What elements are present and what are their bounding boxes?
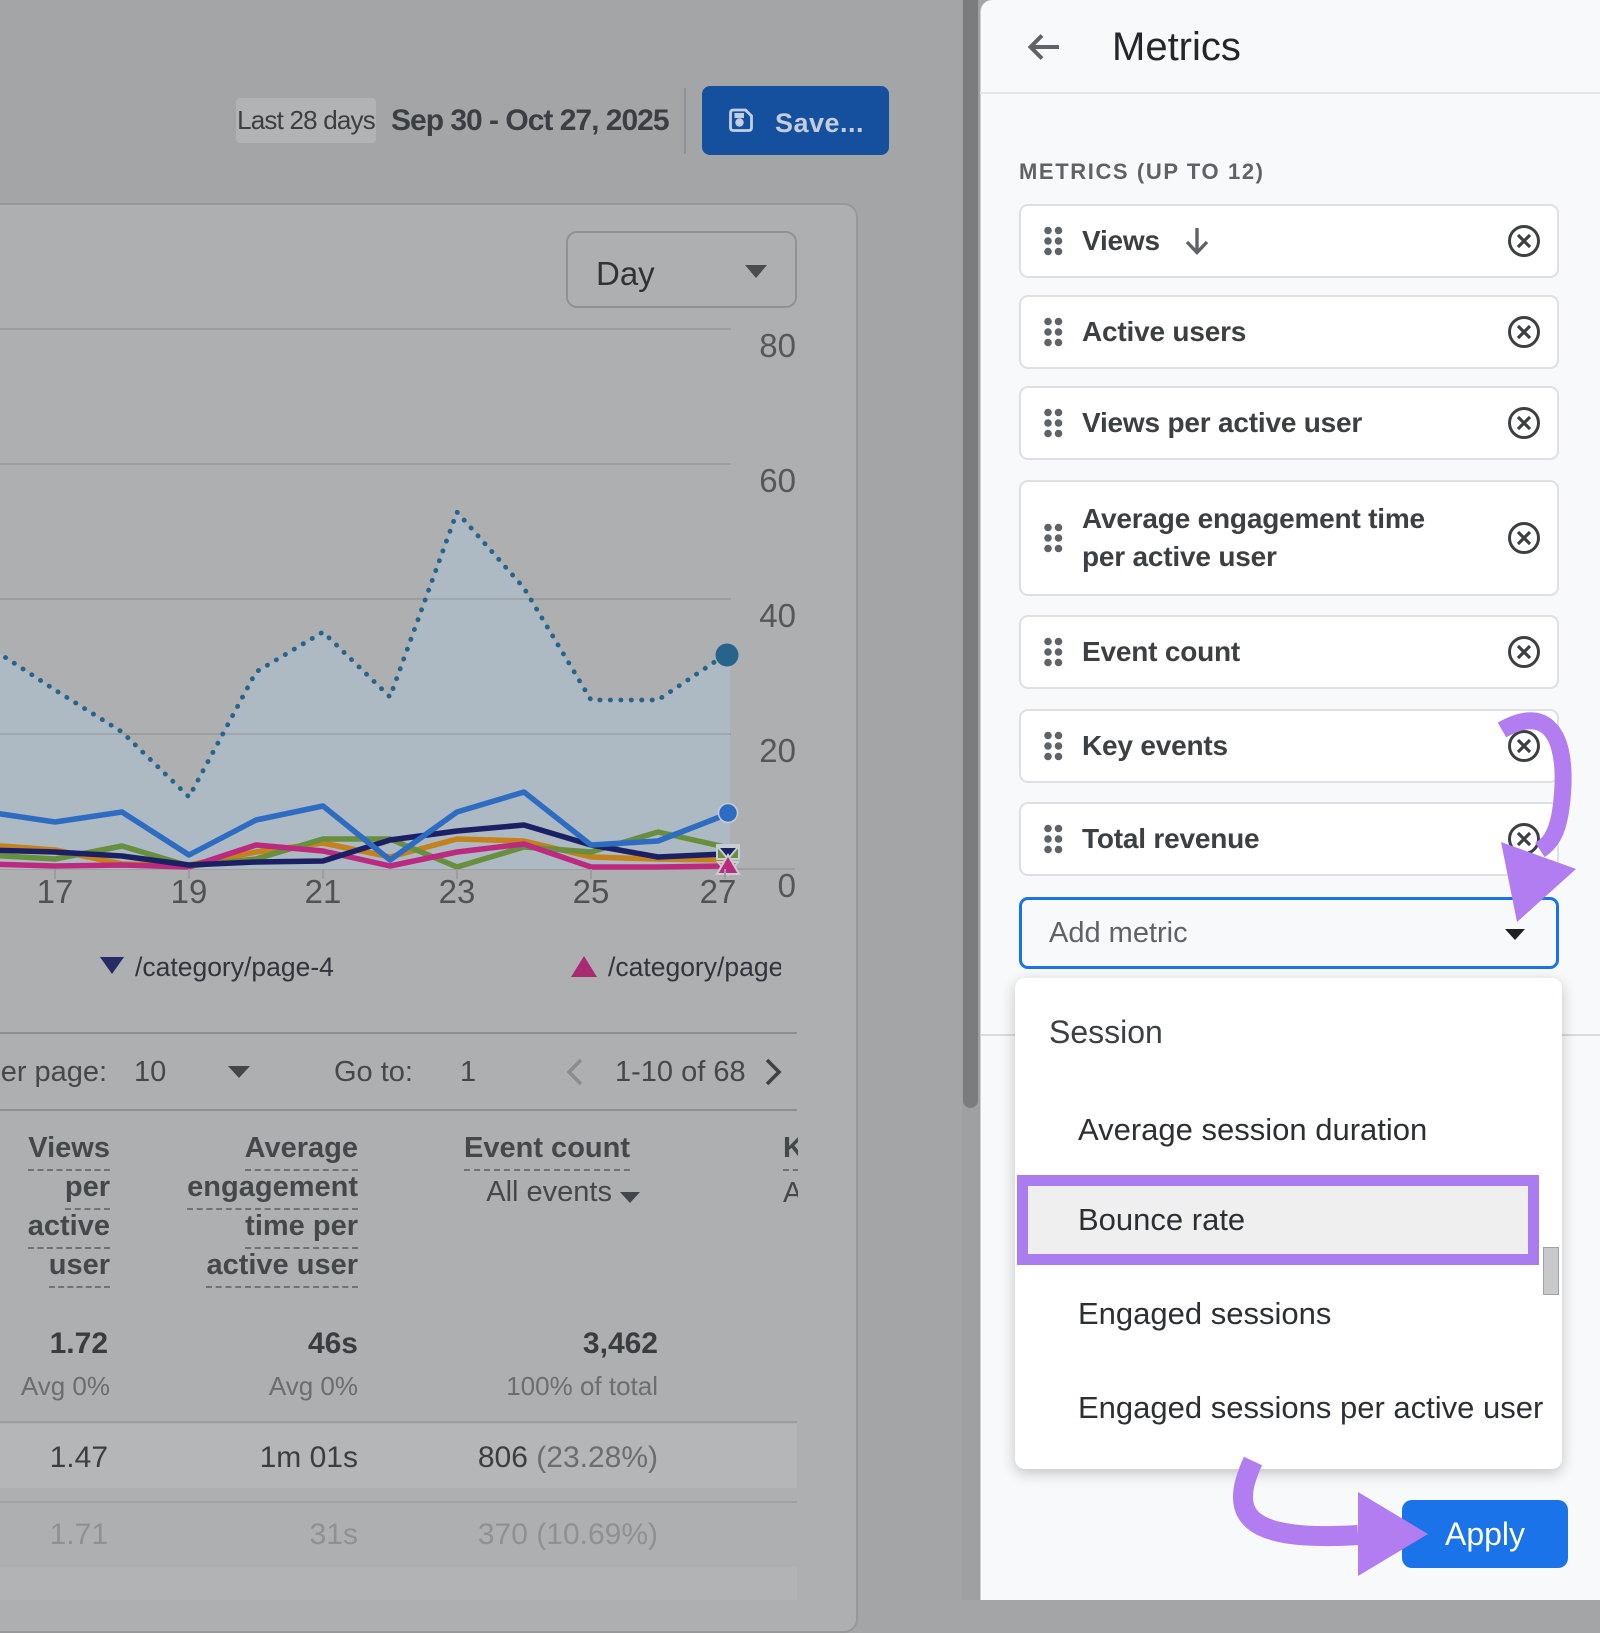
svg-text:40: 40 (759, 597, 796, 634)
svg-text:/category/page-5: /category/page-5 (608, 952, 807, 982)
svg-text:25: 25 (573, 873, 610, 910)
svg-text:0: 0 (778, 867, 796, 904)
svg-text:21: 21 (305, 873, 342, 910)
svg-text:27: 27 (700, 873, 737, 910)
svg-text:19: 19 (171, 873, 208, 910)
svg-text:/category/page-4: /category/page-4 (135, 952, 334, 982)
svg-text:80: 80 (759, 327, 796, 364)
svg-text:60: 60 (759, 462, 796, 499)
svg-text:23: 23 (439, 873, 476, 910)
svg-text:17: 17 (37, 873, 74, 910)
svg-text:20: 20 (759, 732, 796, 769)
